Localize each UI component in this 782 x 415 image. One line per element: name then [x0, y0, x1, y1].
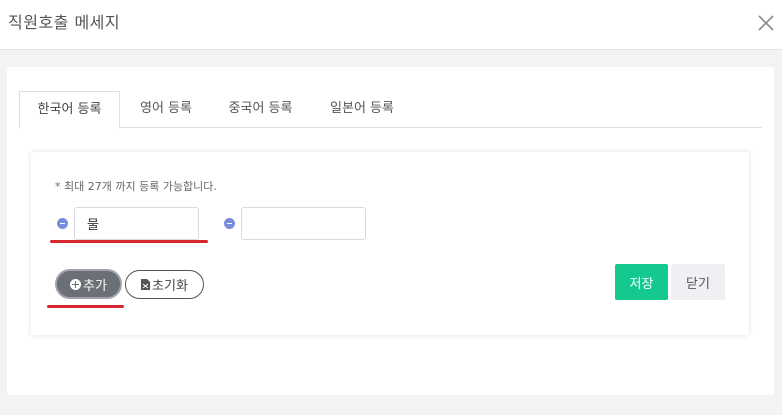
tab-chinese[interactable]: 중국어 등록 — [212, 91, 309, 128]
message-entry-card: * 최대 27개 까지 등록 가능합니다. 추가 초기화 저장 닫기 — [31, 152, 749, 335]
close-button[interactable]: 닫기 — [671, 264, 725, 300]
staff-call-message-dialog: 직원호출 메세지 한국어 등록 영어 등록 중국어 등록 일본어 등록 * 최대… — [0, 0, 782, 415]
dialog-body: 한국어 등록 영어 등록 중국어 등록 일본어 등록 * 최대 27개 까지 등… — [7, 67, 774, 395]
reset-button-label: 초기화 — [152, 279, 188, 294]
file-icon — [141, 279, 151, 290]
close-icon[interactable] — [755, 12, 777, 34]
message-input-1[interactable] — [74, 207, 199, 240]
language-tabs: 한국어 등록 영어 등록 중국어 등록 일본어 등록 — [19, 91, 762, 129]
highlight-underline-input — [50, 240, 208, 243]
add-button-label: 추가 — [83, 278, 107, 294]
add-button[interactable]: 추가 — [55, 269, 122, 299]
tab-japanese[interactable]: 일본어 등록 — [312, 91, 412, 128]
highlight-underline-add — [47, 305, 124, 308]
tab-korean[interactable]: 한국어 등록 — [19, 91, 120, 129]
reset-button[interactable]: 초기화 — [125, 270, 204, 299]
tab-english[interactable]: 영어 등록 — [123, 91, 209, 128]
save-button[interactable]: 저장 — [615, 264, 668, 300]
dialog-header: 직원호출 메세지 — [0, 0, 782, 50]
message-input-2[interactable] — [241, 207, 366, 240]
remove-entry-1-icon[interactable] — [57, 218, 68, 229]
plus-circle-icon — [70, 278, 82, 290]
remove-entry-2-icon[interactable] — [224, 218, 235, 229]
max-entries-notice: * 최대 27개 까지 등록 가능합니다. — [55, 180, 217, 193]
dialog-title: 직원호출 메세지 — [8, 13, 121, 32]
